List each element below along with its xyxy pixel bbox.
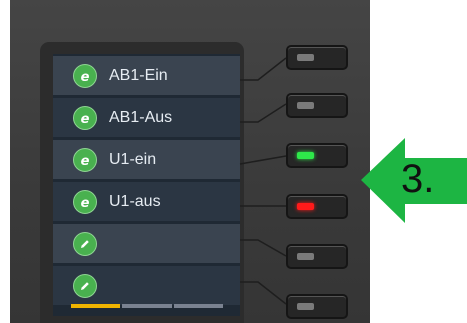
led-indicator xyxy=(297,303,314,310)
led-indicator xyxy=(297,253,314,260)
programmable-key-2[interactable] xyxy=(286,93,348,118)
led-indicator-green xyxy=(297,152,314,159)
led-indicator xyxy=(297,102,314,109)
step-label: 3. xyxy=(401,157,435,201)
led-indicator xyxy=(297,54,314,61)
programmable-key-5[interactable] xyxy=(286,244,348,269)
programmable-key-6[interactable] xyxy=(286,294,348,319)
programmable-key-4[interactable] xyxy=(286,194,348,219)
led-indicator-red xyxy=(297,203,314,210)
programmable-key-3[interactable] xyxy=(286,143,348,168)
programmable-key-1[interactable] xyxy=(286,45,348,70)
